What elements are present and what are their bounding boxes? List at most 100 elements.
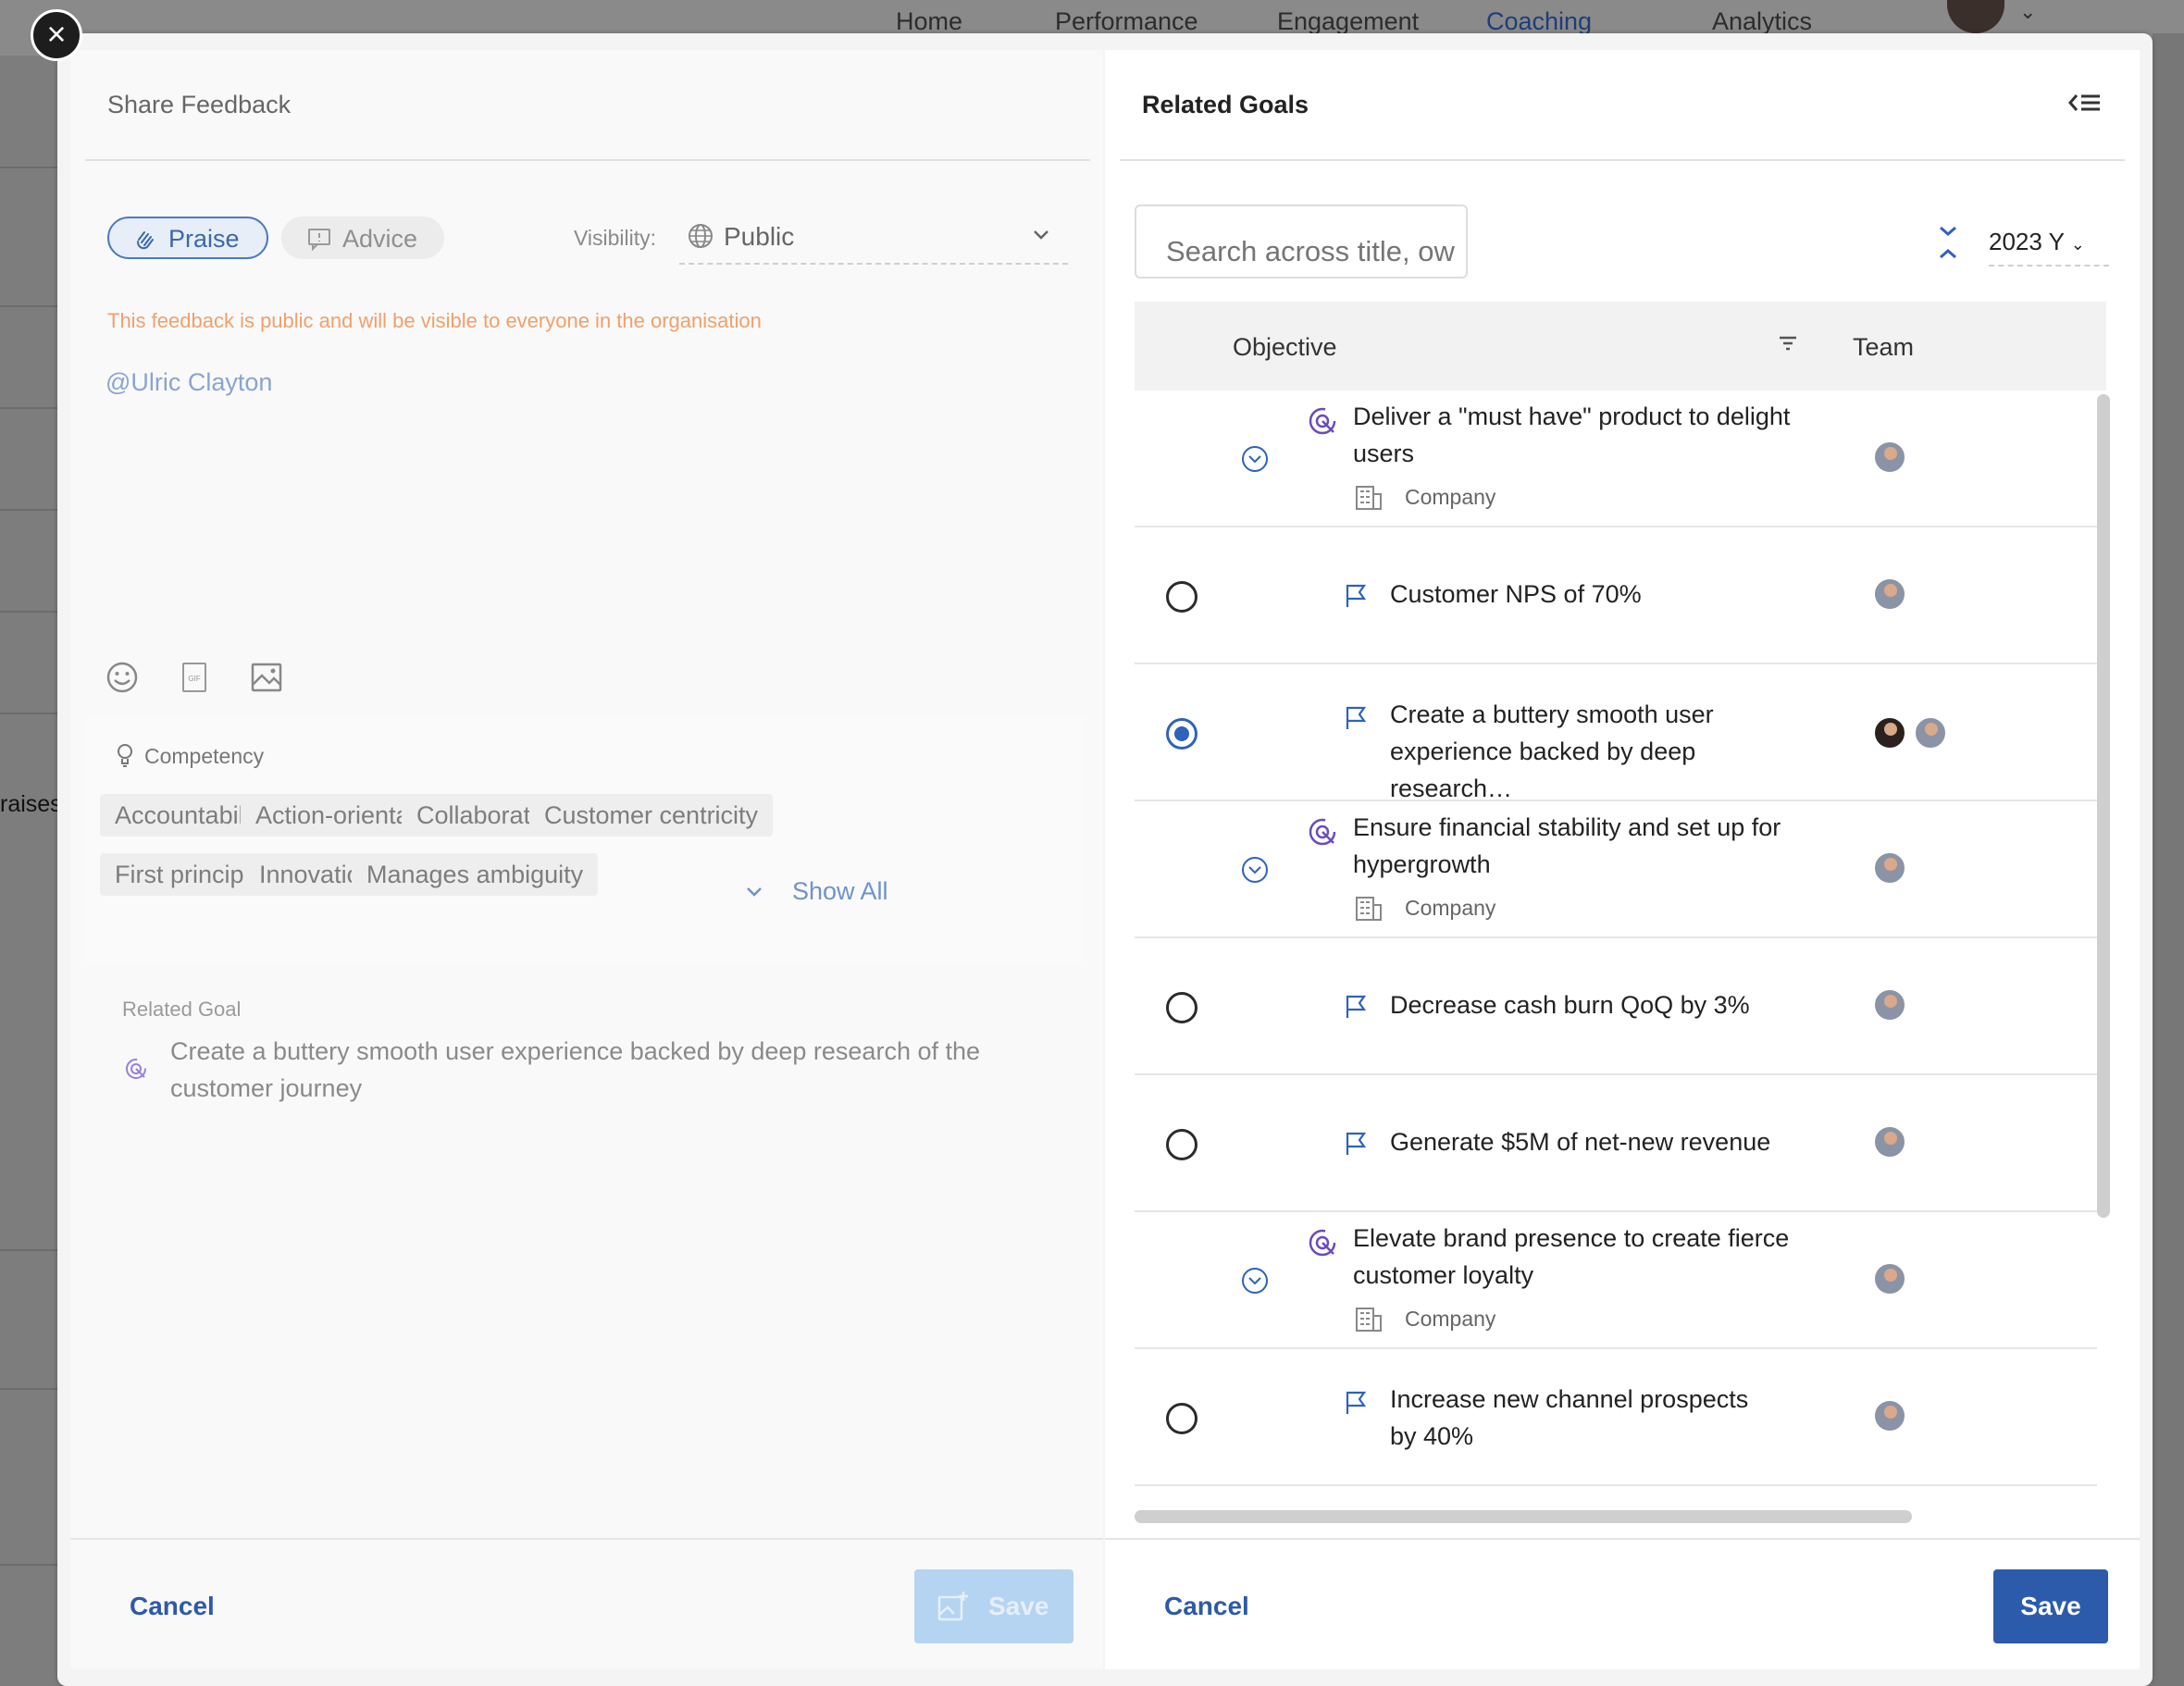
advice-toggle[interactable]: Advice <box>281 217 444 259</box>
vertical-scrollbar[interactable] <box>2097 394 2110 1218</box>
close-icon: × <box>46 15 67 53</box>
objective-icon <box>1309 407 1336 435</box>
objective-icon <box>126 1059 146 1079</box>
column-objective: Objective <box>1233 333 1337 361</box>
save-button[interactable]: Save <box>1993 1569 2108 1643</box>
nav-analytics[interactable]: Analytics <box>1712 7 1812 36</box>
objective-icon <box>1309 818 1336 846</box>
key-result-row[interactable]: Customer NPS of 70% <box>1135 527 2097 664</box>
team-avatar <box>1873 716 1906 750</box>
nav-coaching[interactable]: Coaching <box>1486 7 1592 36</box>
objective-title: Ensure financial stability and set up fo… <box>1353 813 1781 878</box>
objective-row[interactable]: Deliver a "must have" product to delight… <box>1135 391 2097 527</box>
column-team: Team <box>1853 333 1915 361</box>
related-goal-label: Related Goal <box>122 998 242 1021</box>
expand-icon[interactable] <box>1240 1266 1270 1295</box>
team-avatar <box>1873 440 1906 474</box>
key-result-row[interactable]: Create a buttery smooth user experience … <box>1135 664 2097 802</box>
table-header: Objective Team <box>1135 302 2106 391</box>
close-modal-button[interactable]: × <box>31 9 82 61</box>
horizontal-scrollbar[interactable] <box>1135 1510 1912 1523</box>
goal-radio[interactable] <box>1166 992 1197 1023</box>
year-value: 2023 Y <box>1989 228 2065 255</box>
team-avatar <box>1873 988 1906 1022</box>
objective-title: Elevate brand presence to create fierce … <box>1353 1224 1790 1289</box>
objective-row[interactable]: Elevate brand presence to create fierce … <box>1135 1212 2097 1349</box>
praise-label: Praise <box>168 225 240 253</box>
year-select[interactable]: 2023 Y ⌄ <box>1989 222 2109 267</box>
expand-icon[interactable] <box>1240 444 1270 474</box>
flag-icon <box>1346 1391 1367 1414</box>
nav-home[interactable]: Home <box>896 7 962 36</box>
key-result-title: Create a buttery smooth user experience … <box>1390 700 1714 802</box>
nav-performance[interactable]: Performance <box>1055 7 1198 36</box>
panel-title: Share Feedback <box>107 91 292 118</box>
user-menu-chevron-icon[interactable]: ⌄ <box>2019 0 2036 24</box>
gif-icon[interactable]: GIF <box>178 661 211 694</box>
competency-chip[interactable]: Customer centricity <box>529 794 774 837</box>
objective-title: Deliver a "must have" product to delight… <box>1353 403 1791 467</box>
objective-icon <box>1309 1229 1336 1257</box>
show-all-link[interactable]: Show All <box>792 877 888 906</box>
competency-label: Competency <box>144 744 265 768</box>
cancel-button[interactable]: Cancel <box>130 1592 215 1621</box>
save-button[interactable]: Save <box>914 1569 1073 1643</box>
panel-title: Related Goals <box>1142 91 1309 118</box>
goal-radio[interactable] <box>1166 1403 1197 1434</box>
key-result-row[interactable]: Increase new channel prospects by 40% <box>1135 1349 2097 1486</box>
visibility-warning: This feedback is public and will be visi… <box>107 309 762 332</box>
svg-text:GIF: GIF <box>188 675 200 683</box>
objective-type: Company <box>1405 1307 1496 1331</box>
goal-search-input[interactable] <box>1135 205 1468 279</box>
clap-icon <box>137 231 154 250</box>
praise-toggle[interactable]: Praise <box>107 217 268 259</box>
app-sidebar <box>0 56 57 1686</box>
building-icon <box>1356 486 1382 510</box>
team-avatar <box>1873 1125 1906 1159</box>
expand-icon[interactable] <box>1240 855 1270 885</box>
chevron-down-icon <box>1034 230 1049 240</box>
app-right-edge <box>2153 33 2184 1686</box>
collapse-panel-icon[interactable] <box>2067 89 2103 117</box>
cancel-button[interactable]: Cancel <box>1164 1592 1249 1621</box>
team-avatar <box>1873 851 1906 885</box>
image-add-icon <box>937 1592 968 1621</box>
nav-engagement[interactable]: Engagement <box>1277 7 1419 36</box>
advice-label: Advice <box>342 225 418 253</box>
save-label: Save <box>988 1592 1049 1620</box>
key-result-row[interactable]: Decrease cash burn QoQ by 3% <box>1135 938 2097 1075</box>
team-avatar <box>1873 577 1906 611</box>
flag-icon <box>1346 706 1367 729</box>
goal-radio[interactable] <box>1166 581 1197 613</box>
feedback-modal: Share Feedback Praise Advice Visibility:… <box>57 33 2153 1686</box>
chevron-down-icon[interactable] <box>744 881 764 901</box>
goal-radio[interactable] <box>1166 1129 1197 1160</box>
key-result-title: Generate $5M of net-new revenue <box>1390 1128 1771 1156</box>
chevron-down-icon: ⌄ <box>2070 235 2085 254</box>
emoji-icon[interactable] <box>105 661 139 694</box>
globe-icon <box>689 224 713 248</box>
flag-icon <box>1346 995 1367 1018</box>
flag-icon <box>1346 1132 1367 1155</box>
team-avatar <box>1873 1399 1906 1432</box>
objective-type: Company <box>1405 485 1496 509</box>
divider <box>1120 159 2125 161</box>
building-icon <box>1356 1308 1382 1332</box>
divider <box>85 159 1090 161</box>
image-icon[interactable] <box>250 661 283 694</box>
related-goal-text: Create a buttery smooth user experience … <box>170 1037 981 1102</box>
key-result-row[interactable]: Generate $5M of net-new revenue <box>1135 1075 2097 1212</box>
feedback-text-input[interactable]: @Ulric Clayton <box>105 368 272 397</box>
filter-icon[interactable] <box>1777 333 1799 353</box>
message-alert-icon <box>308 229 330 251</box>
background-text: raises <box>0 791 62 817</box>
visibility-select[interactable]: Public <box>679 209 1068 265</box>
competency-chip[interactable]: Manages ambiguity <box>352 853 599 896</box>
key-result-title: Decrease cash burn QoQ by 3% <box>1390 991 1750 1019</box>
sort-icon[interactable] <box>1938 224 1958 261</box>
footer-divider <box>70 1538 1103 1540</box>
objective-row[interactable]: Ensure financial stability and set up fo… <box>1135 801 2097 938</box>
building-icon <box>1356 897 1382 921</box>
visibility-value: Public <box>724 222 795 251</box>
goal-radio-selected[interactable] <box>1166 718 1197 750</box>
